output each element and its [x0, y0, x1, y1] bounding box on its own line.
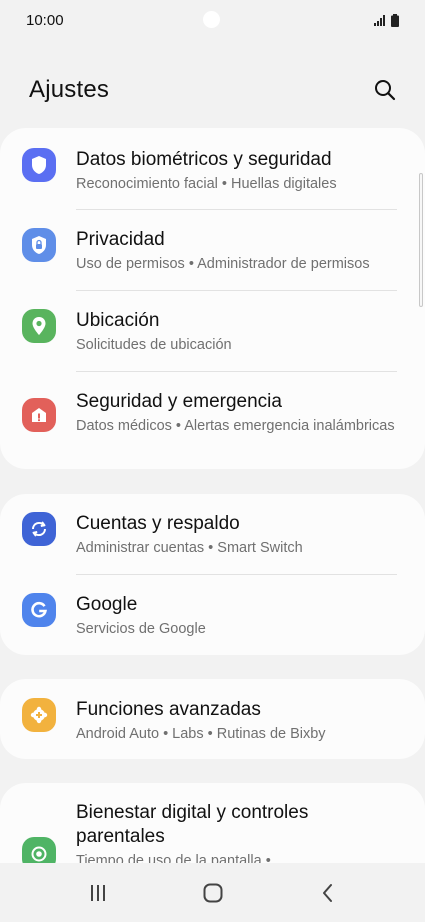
- item-title: Privacidad: [76, 229, 165, 250]
- settings-item-google[interactable]: Google Servicios de Google: [0, 575, 425, 655]
- signal-icon: [374, 14, 385, 26]
- header: Ajustes: [0, 72, 425, 108]
- item-title: Bienestar digital y controles parentales: [76, 802, 309, 847]
- status-icons: [374, 13, 399, 27]
- item-subtitle: Administrar cuentas • Smart Switch: [76, 540, 303, 556]
- settings-list[interactable]: Datos biométricos y seguridad Reconocimi…: [0, 128, 425, 863]
- google-icon: [22, 593, 56, 627]
- item-title: Funciones avanzadas: [76, 699, 261, 720]
- navigation-bar: [0, 864, 425, 922]
- camera-cutout: [203, 11, 220, 28]
- item-subtitle: Uso de permisos • Administrador de permi…: [76, 256, 370, 272]
- recents-button[interactable]: [68, 873, 128, 913]
- settings-item-advanced-features[interactable]: Funciones avanzadas Android Auto • Labs …: [0, 679, 425, 759]
- recents-icon: [90, 885, 105, 901]
- item-title: Seguridad y emergencia: [76, 391, 282, 412]
- item-title: Cuentas y respaldo: [76, 513, 240, 534]
- scrollbar[interactable]: [419, 173, 423, 307]
- settings-item-privacy[interactable]: Privacidad Uso de permisos • Administrad…: [0, 210, 425, 291]
- item-subtitle: Android Auto • Labs • Rutinas de Bixby: [76, 726, 326, 742]
- settings-item-safety-emergency[interactable]: Seguridad y emergencia Datos médicos • A…: [0, 372, 425, 469]
- gear-plus-icon: [22, 698, 56, 732]
- settings-group-wellbeing: Bienestar digital y controles parentales…: [0, 783, 425, 863]
- item-subtitle: Servicios de Google: [76, 621, 206, 637]
- battery-icon: [391, 13, 399, 27]
- item-subtitle: Datos médicos • Alertas emergencia inalá…: [76, 418, 395, 434]
- item-subtitle: Reconocimiento facial • Huellas digitale…: [76, 176, 337, 192]
- sync-icon: [22, 512, 56, 546]
- emergency-icon: [22, 398, 56, 432]
- settings-item-digital-wellbeing[interactable]: Bienestar digital y controles parentales…: [0, 783, 425, 863]
- settings-group-accounts: Cuentas y respaldo Administrar cuentas •…: [0, 494, 425, 655]
- location-pin-icon: [22, 309, 56, 343]
- home-button[interactable]: [183, 873, 243, 913]
- privacy-shield-icon: [22, 228, 56, 262]
- settings-item-location[interactable]: Ubicación Solicitudes de ubicación: [0, 291, 425, 372]
- settings-item-accounts-backup[interactable]: Cuentas y respaldo Administrar cuentas •…: [0, 494, 425, 575]
- item-title: Google: [76, 594, 138, 615]
- shield-icon: [22, 148, 56, 182]
- back-icon: [322, 884, 332, 902]
- item-title: Ubicación: [76, 310, 160, 331]
- item-subtitle: Solicitudes de ubicación: [76, 337, 232, 353]
- item-title: Datos biométricos y seguridad: [76, 149, 332, 170]
- page-title: Ajustes: [29, 76, 110, 103]
- item-subtitle: Tiempo de uso de la pantalla •: [76, 853, 271, 863]
- status-time: 10:00: [26, 11, 64, 29]
- settings-group-security: Datos biométricos y seguridad Reconocimi…: [0, 128, 425, 469]
- settings-item-biometrics[interactable]: Datos biométricos y seguridad Reconocimi…: [0, 128, 425, 210]
- search-button[interactable]: [371, 76, 399, 104]
- search-icon: [375, 80, 396, 101]
- settings-group-advanced: Funciones avanzadas Android Auto • Labs …: [0, 679, 425, 759]
- back-button[interactable]: [298, 873, 358, 913]
- home-icon: [203, 883, 222, 903]
- wellbeing-icon: [22, 837, 56, 863]
